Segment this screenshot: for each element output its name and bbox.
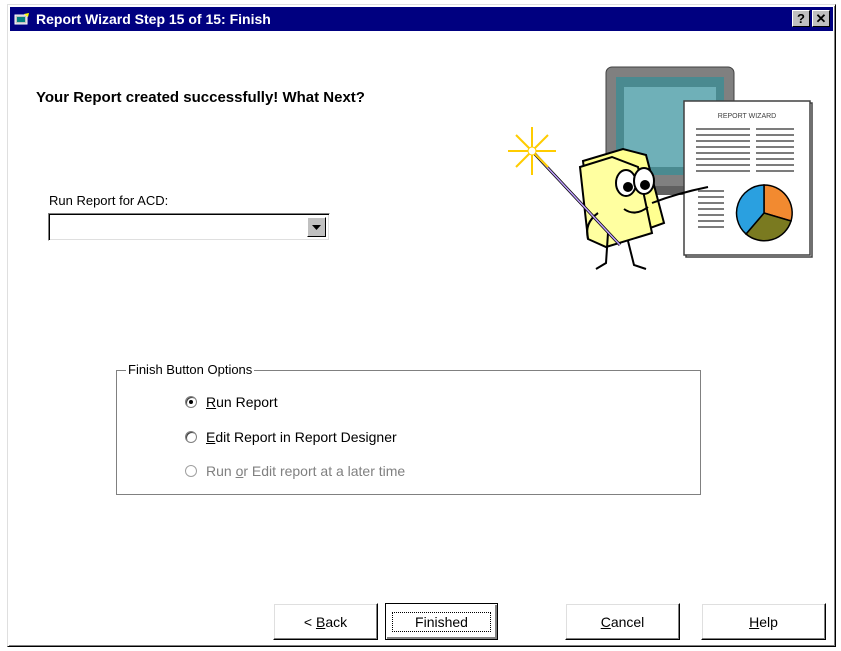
option-edit-report[interactable]: Edit Report in Report Designer (185, 429, 397, 445)
finish-options-group: Finish Button Options Run Report Edit Re… (116, 362, 701, 495)
close-icon: ✕ (815, 11, 827, 26)
back-label: < Back (303, 613, 348, 630)
window-title: Report Wizard Step 15 of 15: Finish (36, 11, 271, 27)
acd-dropdown[interactable] (48, 213, 330, 241)
acd-label: Run Report for ACD: (49, 193, 169, 208)
option-label: Run Report (206, 394, 278, 410)
finished-label: Finished (392, 611, 491, 632)
report-doc-title: REPORT WIZARD (718, 113, 776, 120)
report-wizard-dialog: Report Wizard Step 15 of 15: Finish ? ✕ … (7, 4, 836, 647)
cancel-button[interactable]: Cancel (565, 603, 680, 640)
finish-options-legend: Finish Button Options (126, 362, 255, 377)
help-label: Help (749, 613, 778, 630)
radio-button-disabled (185, 465, 197, 477)
app-icon (14, 13, 29, 25)
radio-button[interactable] (185, 431, 197, 443)
question-icon: ? (797, 11, 805, 26)
close-title-button[interactable]: ✕ (812, 10, 830, 27)
radio-button-selected[interactable] (185, 396, 197, 408)
option-label: Run or Edit report at a later time (206, 463, 406, 479)
cancel-label: Cancel (600, 613, 645, 630)
option-run-report[interactable]: Run Report (185, 394, 278, 410)
finished-button[interactable]: Finished (385, 603, 498, 640)
success-heading: Your Report created successfully! What N… (36, 89, 365, 106)
help-title-button[interactable]: ? (792, 10, 810, 27)
option-label: Edit Report in Report Designer (206, 429, 397, 445)
chevron-down-icon (312, 224, 321, 230)
option-later: Run or Edit report at a later time (185, 463, 405, 479)
dropdown-button[interactable] (307, 217, 326, 237)
back-button[interactable]: < Back (273, 603, 378, 640)
title-bar[interactable]: Report Wizard Step 15 of 15: Finish ? ✕ (10, 7, 833, 31)
help-button[interactable]: Help (701, 603, 826, 640)
wizard-illustration: REPORT WIZARD (508, 66, 813, 270)
